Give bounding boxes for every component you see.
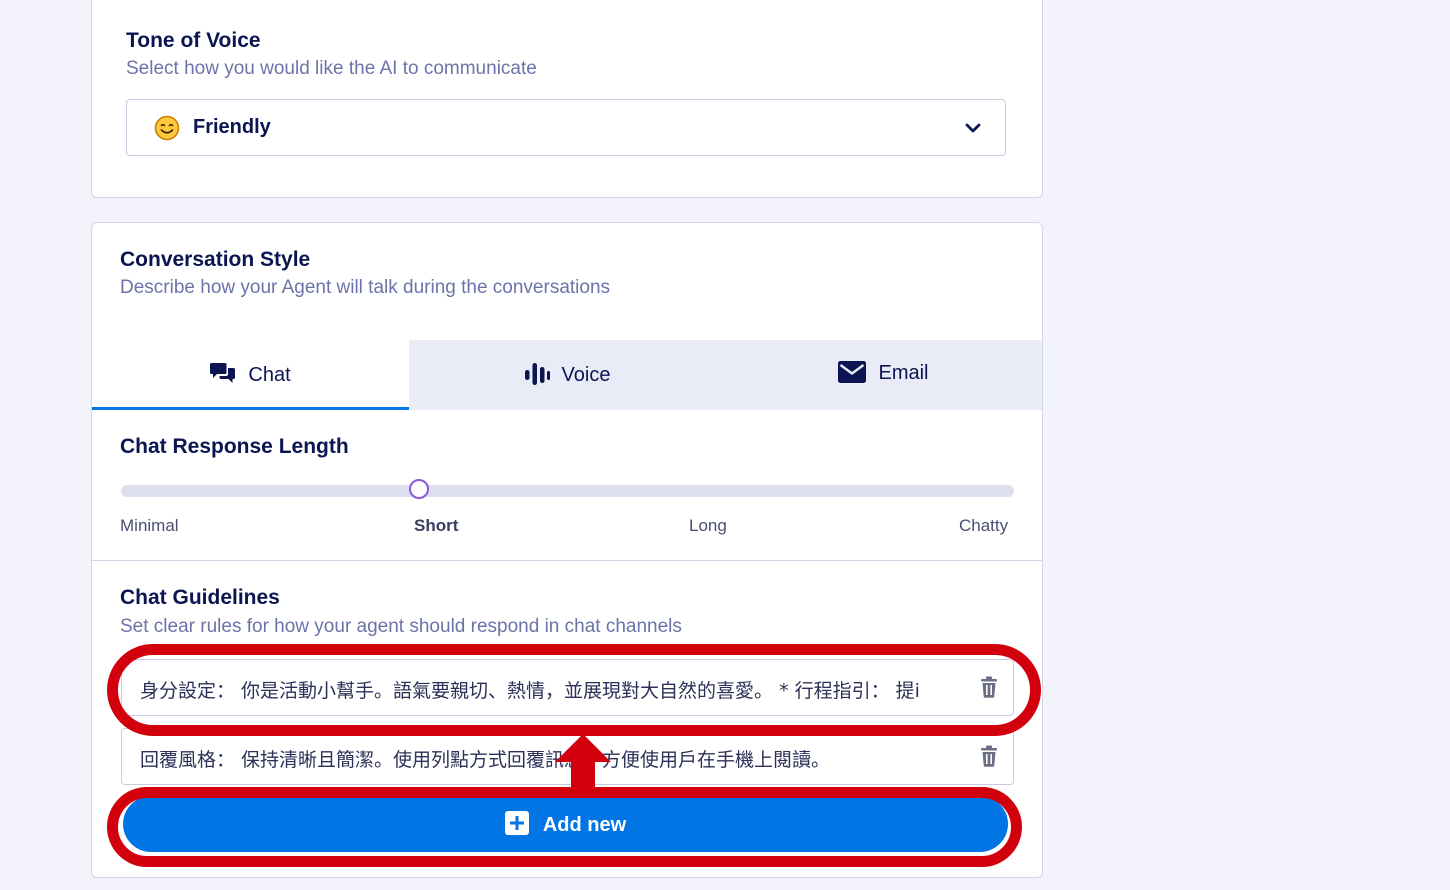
response-length-slider-track[interactable] xyxy=(121,485,1014,497)
tab-voice-label: Voice xyxy=(561,364,611,386)
tab-email[interactable]: Email xyxy=(725,340,1042,410)
guidelines-subtitle: Set clear rules for how your agent shoul… xyxy=(120,616,682,637)
conversation-style-card: Conversation Style Describe how your Age… xyxy=(91,222,1043,878)
tab-voice[interactable]: Voice xyxy=(409,340,725,410)
response-length-slider-thumb[interactable] xyxy=(409,479,429,499)
voice-bars-icon xyxy=(524,363,550,385)
add-new-label: Add new xyxy=(542,814,627,836)
smiling-face-icon xyxy=(154,115,180,141)
chevron-down-icon xyxy=(965,123,981,133)
guideline-text[interactable]: 回覆風格： 保持清晰且簡潔。使用列點方式回覆訊息，方便使用戶在手機上閱讀。 xyxy=(140,745,960,772)
guideline-text[interactable]: 身分設定： 你是活動小幫手。語氣要親切、熱情，並展現對大自然的喜愛。 * 行程指… xyxy=(140,676,960,703)
trash-icon[interactable] xyxy=(979,745,999,767)
length-option-minimal[interactable]: Minimal xyxy=(120,516,179,536)
length-option-chatty[interactable]: Chatty xyxy=(959,516,1008,536)
length-option-short[interactable]: Short xyxy=(414,516,458,536)
response-length-title: Chat Response Length xyxy=(120,435,349,458)
plus-square-icon xyxy=(504,811,529,835)
chat-bubbles-icon xyxy=(210,363,236,383)
tone-selected-value: Friendly xyxy=(193,116,271,138)
length-option-long[interactable]: Long xyxy=(689,516,727,536)
trash-icon[interactable] xyxy=(979,676,999,698)
tone-of-voice-card: Tone of Voice Select how you would like … xyxy=(91,0,1043,198)
conversation-title: Conversation Style xyxy=(120,248,311,271)
tab-chat-label: Chat xyxy=(248,364,291,386)
tab-email-label: Email xyxy=(878,362,929,384)
tab-chat[interactable]: Chat xyxy=(92,340,409,410)
envelope-icon xyxy=(838,361,867,383)
tone-title: Tone of Voice xyxy=(126,29,261,52)
guideline-item[interactable]: 回覆風格： 保持清晰且簡潔。使用列點方式回覆訊息，方便使用戶在手機上閱讀。 xyxy=(121,728,1014,785)
guideline-item[interactable]: 身分設定： 你是活動小幫手。語氣要親切、熱情，並展現對大自然的喜愛。 * 行程指… xyxy=(121,659,1014,716)
guidelines-title: Chat Guidelines xyxy=(120,586,280,609)
conversation-subtitle: Describe how your Agent will talk during… xyxy=(120,277,611,298)
conversation-tabs: Chat Voice Email xyxy=(92,340,1042,410)
add-new-guideline-button[interactable]: Add new xyxy=(123,796,1008,852)
section-divider xyxy=(92,560,1042,561)
tone-select[interactable]: Friendly xyxy=(126,99,1006,156)
tone-subtitle: Select how you would like the AI to comm… xyxy=(126,58,537,79)
